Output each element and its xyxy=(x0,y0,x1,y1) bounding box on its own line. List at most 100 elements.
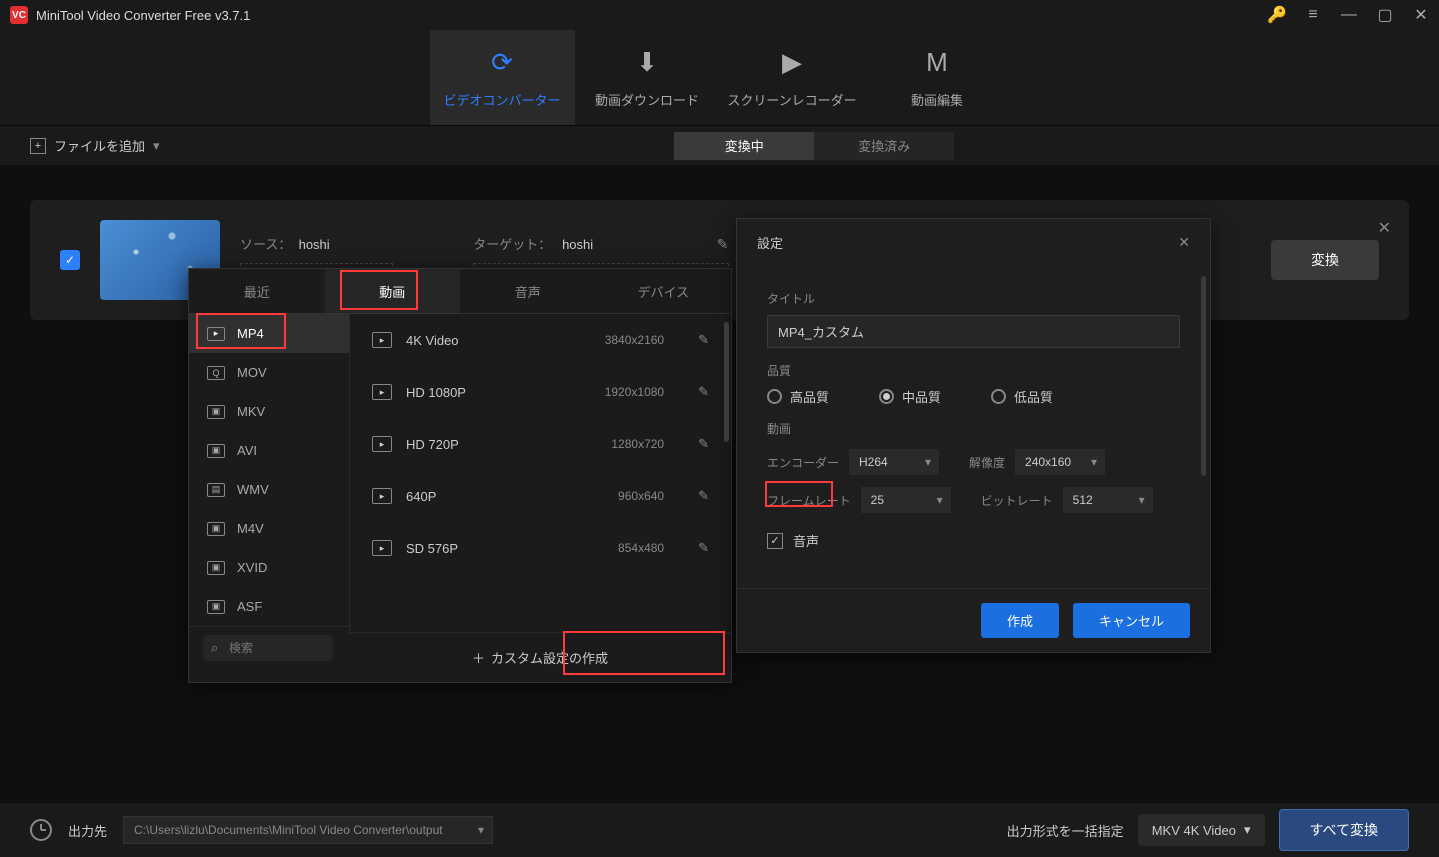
picker-tab-video[interactable]: 動画 xyxy=(325,269,461,313)
source-label: ソース： xyxy=(240,237,291,252)
picker-tab-audio[interactable]: 音声 xyxy=(460,269,596,313)
cancel-button[interactable]: キャンセル xyxy=(1073,603,1190,638)
app-title: MiniTool Video Converter Free v3.7.1 xyxy=(36,8,250,23)
framerate-label: フレームレート xyxy=(767,492,851,509)
m4v-icon: ▣ xyxy=(207,522,225,536)
picker-tab-recent[interactable]: 最近 xyxy=(189,269,325,313)
close-icon[interactable]: ✕ xyxy=(1413,7,1429,23)
quality-low-radio[interactable]: 低品質 xyxy=(991,387,1053,406)
picker-tab-device[interactable]: デバイス xyxy=(596,269,732,313)
edit-icon[interactable]: ✎ xyxy=(698,488,709,504)
preset-640p[interactable]: ▸640P960x640✎ xyxy=(350,470,731,522)
target-edit-icon[interactable]: ✎ xyxy=(717,236,729,252)
schedule-icon[interactable] xyxy=(30,819,52,841)
download-icon: ⬇ xyxy=(636,47,658,78)
cat-mov[interactable]: QMOV xyxy=(189,353,349,392)
resolution-select[interactable]: 240x160 xyxy=(1015,449,1105,475)
source-name: hoshi xyxy=(299,237,330,252)
output-format-select[interactable]: MKV 4K Video▾ xyxy=(1138,814,1265,846)
cat-m4v[interactable]: ▣M4V xyxy=(189,509,349,548)
footer: 出力先 C:\Users\lizlu\Documents\MiniTool Vi… xyxy=(0,802,1439,857)
convert-button[interactable]: 変換 xyxy=(1271,240,1379,280)
close-icon[interactable]: ✕ xyxy=(1178,234,1190,251)
bitrate-label: ビットレート xyxy=(981,492,1053,509)
target-label: ターゲット： xyxy=(473,237,551,252)
output-format-label: 出力形式を一括指定 xyxy=(1007,821,1124,840)
encoder-label: エンコーダー xyxy=(767,454,839,471)
cat-wmv[interactable]: ▤WMV xyxy=(189,470,349,509)
output-label: 出力先 xyxy=(68,821,107,840)
tab-video-converter[interactable]: ⟳ ビデオコンバーター xyxy=(430,30,575,125)
preset-720p[interactable]: ▸HD 720P1280x720✎ xyxy=(350,418,731,470)
edit-icon[interactable]: ✎ xyxy=(698,436,709,452)
video-section-label: 動画 xyxy=(767,420,1180,437)
framerate-select[interactable]: 25 xyxy=(861,487,951,513)
menu-icon[interactable]: ≡ xyxy=(1305,7,1321,23)
video-icon: ▸ xyxy=(372,332,392,348)
format-picker-popup: 最近 動画 音声 デバイス ▸MP4 QMOV ▣MKV ▣AVI ▤WMV ▣… xyxy=(188,268,732,683)
add-file-label: ファイルを追加 xyxy=(54,136,145,155)
plus-icon: + xyxy=(30,138,46,154)
output-path-select[interactable]: C:\Users\lizlu\Documents\MiniTool Video … xyxy=(123,816,493,844)
add-file-button[interactable]: + ファイルを追加 ▾ xyxy=(0,136,190,155)
preset-4k[interactable]: ▸4K Video3840x2160✎ xyxy=(350,314,731,366)
cat-mp4[interactable]: ▸MP4 xyxy=(189,314,349,353)
scrollbar[interactable] xyxy=(724,322,729,442)
mkv-icon: ▣ xyxy=(207,405,225,419)
cat-mkv[interactable]: ▣MKV xyxy=(189,392,349,431)
tab-video-download[interactable]: ⬇ 動画ダウンロード xyxy=(575,30,720,125)
xvid-icon: ▣ xyxy=(207,561,225,575)
file-checkbox[interactable]: ✓ xyxy=(60,250,80,270)
resolution-label: 解像度 xyxy=(969,454,1005,471)
format-categories: ▸MP4 QMOV ▣MKV ▣AVI ▤WMV ▣M4V ▣XVID ▣ASF xyxy=(189,314,349,626)
maximize-icon[interactable]: ▢ xyxy=(1377,7,1393,23)
tab-converting[interactable]: 変換中 xyxy=(674,132,814,160)
video-icon: ▸ xyxy=(372,540,392,556)
quality-high-radio[interactable]: 高品質 xyxy=(767,387,829,406)
create-button[interactable]: 作成 xyxy=(981,603,1059,638)
titlebar: VC MiniTool Video Converter Free v3.7.1 … xyxy=(0,0,1439,30)
app-logo-icon: VC xyxy=(10,6,28,24)
status-tabs: 変換中 変換済み xyxy=(674,132,954,160)
wmv-icon: ▤ xyxy=(207,483,225,497)
toolbar: + ファイルを追加 ▾ 変換中 変換済み xyxy=(0,125,1439,165)
upgrade-key-icon[interactable]: 🔑 xyxy=(1269,7,1285,23)
settings-title: 設定 xyxy=(757,233,783,252)
cat-xvid[interactable]: ▣XVID xyxy=(189,548,349,587)
plus-icon: ＋ xyxy=(472,648,485,667)
encoder-select[interactable]: H264 xyxy=(849,449,939,475)
title-input[interactable] xyxy=(767,315,1180,348)
bitrate-select[interactable]: 512 xyxy=(1063,487,1153,513)
quality-medium-radio[interactable]: 中品質 xyxy=(879,387,941,406)
main-tabs: ⟳ ビデオコンバーター ⬇ 動画ダウンロード ▶ スクリーンレコーダー M 動画… xyxy=(0,30,1439,125)
converter-icon: ⟳ xyxy=(491,47,513,78)
create-custom-button[interactable]: ＋カスタム設定の作成 xyxy=(349,632,731,682)
asf-icon: ▣ xyxy=(207,600,225,614)
scrollbar[interactable] xyxy=(1201,276,1206,476)
tab-screen-recorder[interactable]: ▶ スクリーンレコーダー xyxy=(720,30,865,125)
minimize-icon[interactable]: — xyxy=(1341,7,1357,23)
preset-1080p[interactable]: ▸HD 1080P1920x1080✎ xyxy=(350,366,731,418)
format-search xyxy=(189,626,349,669)
cat-avi[interactable]: ▣AVI xyxy=(189,431,349,470)
settings-popup: 設定 ✕ タイトル 品質 高品質 中品質 低品質 動画 エンコーダーH264 解… xyxy=(736,218,1211,653)
chevron-down-icon: ▾ xyxy=(1244,822,1251,838)
target-name: hoshi xyxy=(562,237,593,252)
mov-icon: Q xyxy=(207,366,225,380)
audio-checkbox[interactable]: ✓音声 xyxy=(767,531,1180,550)
convert-all-button[interactable]: すべて変換 xyxy=(1279,809,1409,851)
quality-label: 品質 xyxy=(767,362,1180,379)
tab-label: 動画編集 xyxy=(911,90,963,109)
tab-video-editor[interactable]: M 動画編集 xyxy=(865,30,1010,125)
search-input[interactable] xyxy=(203,635,333,661)
edit-icon[interactable]: ✎ xyxy=(698,332,709,348)
editor-icon: M xyxy=(926,47,948,78)
remove-file-icon[interactable]: ✕ xyxy=(1378,218,1391,238)
recorder-icon: ▶ xyxy=(782,47,802,78)
edit-icon[interactable]: ✎ xyxy=(698,540,709,556)
tab-converted[interactable]: 変換済み xyxy=(814,132,954,160)
cat-asf[interactable]: ▣ASF xyxy=(189,587,349,626)
preset-576p[interactable]: ▸SD 576P854x480✎ xyxy=(350,522,731,574)
edit-icon[interactable]: ✎ xyxy=(698,384,709,400)
video-icon: ▸ xyxy=(372,436,392,452)
